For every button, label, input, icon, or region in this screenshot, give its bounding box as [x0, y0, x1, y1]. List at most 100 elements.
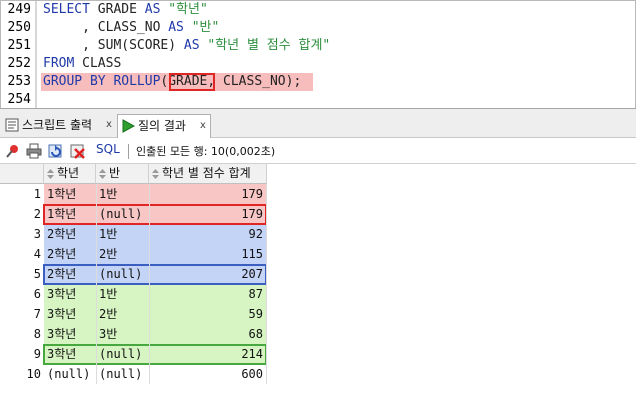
cell-grade[interactable]: 3학년 — [47, 284, 76, 304]
gutter-divider — [35, 91, 37, 108]
cell-sum[interactable]: 179 — [152, 184, 263, 204]
cell-class[interactable]: 3반 — [99, 324, 117, 344]
column-divider — [96, 184, 97, 384]
cell-class[interactable]: (null) — [99, 364, 142, 384]
close-tab-icon[interactable]: x — [200, 115, 206, 137]
cell-sum[interactable]: 59 — [152, 304, 263, 324]
row-number: 6 — [33, 287, 41, 301]
sql-string: "학년 별 점수 합계" — [199, 38, 331, 53]
code-text: SELECT GRADE AS "학년" — [43, 1, 208, 19]
sort-icon — [47, 169, 54, 179]
cell-sum[interactable]: 68 — [152, 324, 263, 344]
cell-class[interactable]: 2반 — [99, 244, 117, 264]
script-output-icon — [5, 118, 19, 132]
gutter-divider — [35, 37, 37, 55]
sql-editor[interactable]: 249 SELECT GRADE AS "학년" 250 , CLASS_NO AS… — [0, 0, 636, 108]
sql-keyword: FROM — [43, 56, 75, 71]
cell-grade[interactable]: 3학년 — [47, 304, 76, 324]
pin-icon[interactable] — [5, 143, 21, 159]
code-text: FROM CLASS — [43, 55, 121, 73]
row-number: 8 — [33, 327, 41, 341]
grade-annotation-box — [169, 73, 215, 91]
tab-query-result[interactable]: 질의 결과 x — [117, 114, 211, 138]
cell-class[interactable]: 2반 — [99, 304, 117, 324]
sql-keyword: SELECT — [43, 2, 90, 17]
column-header-label: 반 — [109, 166, 121, 180]
subtotal-annotation-box — [43, 264, 267, 285]
cell-grade[interactable]: 2학년 — [47, 224, 76, 244]
result-tab-bar: 스크립트 출력 x 질의 결과 x — [0, 108, 636, 138]
refresh-icon[interactable] — [48, 143, 64, 159]
row-number: 7 — [33, 307, 41, 321]
cell-sum[interactable]: 600 — [152, 364, 263, 384]
code-text: , SUM(SCORE) AS "학년 별 점수 합계" — [43, 37, 330, 55]
close-tab-icon[interactable]: x — [106, 114, 112, 136]
line-number: 253 — [7, 74, 31, 89]
code-line[interactable]: 250 , CLASS_NO AS "반" — [1, 19, 635, 37]
results-grid[interactable]: 학년 반 학년 별 점수 합계 1 1학년 1반 179 2 1학년 (null) 179 3 2… — [0, 164, 636, 400]
sql-string: "반" — [183, 20, 220, 35]
sql-keyword: GROUP BY ROLLUP — [43, 74, 161, 89]
cell-class[interactable]: 1반 — [99, 284, 117, 304]
code-line[interactable]: 251 , SUM(SCORE) AS "학년 별 점수 합계" — [1, 37, 635, 55]
delete-icon[interactable] — [70, 143, 86, 159]
column-header-label: 학년 — [57, 166, 80, 180]
fetch-status: 인출된 모든 행: 10(0,002초) — [136, 145, 276, 158]
tab-label: 질의 결과 — [138, 119, 186, 133]
cell-grade[interactable]: 2학년 — [47, 244, 76, 264]
row-number: 5 — [33, 267, 41, 281]
line-number: 249 — [7, 2, 31, 17]
cell-sum[interactable]: 87 — [152, 284, 263, 304]
line-number: 251 — [7, 38, 31, 53]
cell-grade[interactable]: 1학년 — [47, 184, 76, 204]
sql-string: "학년" — [160, 2, 208, 17]
gutter-divider — [35, 1, 37, 19]
toolbar-divider — [128, 144, 129, 159]
result-toolbar: SQL 인출된 모든 행: 10(0,002초) — [0, 138, 636, 164]
sql-text: , CLASS_NO — [43, 20, 169, 35]
row-number: 1 — [33, 187, 41, 201]
cell-grade[interactable]: (null) — [47, 364, 90, 384]
sort-icon — [152, 169, 159, 179]
row-number-header — [0, 164, 44, 184]
column-header-grade[interactable]: 학년 — [44, 164, 96, 184]
sql-text: CLASS — [74, 56, 122, 71]
column-header-class[interactable]: 반 — [96, 164, 149, 184]
tab-label: 스크립트 출력 — [22, 118, 93, 132]
code-line[interactable]: 252 FROM CLASS — [1, 55, 635, 73]
code-text: , CLASS_NO AS "반" — [43, 19, 219, 37]
column-divider — [149, 184, 150, 384]
sql-keyword: AS — [144, 2, 161, 17]
gutter-divider — [35, 55, 37, 73]
gutter-divider — [35, 73, 37, 91]
sql-text: , SUM(SCORE) — [43, 38, 184, 53]
cell-class[interactable]: 1반 — [99, 184, 117, 204]
line-number: 254 — [7, 92, 31, 107]
code-line[interactable]: 253 GROUP BY ROLLUP(GRADE, CLASS_NO); — [1, 73, 635, 91]
subtotal-annotation-box — [43, 204, 267, 225]
cell-sum[interactable]: 92 — [152, 224, 263, 244]
gutter-divider — [35, 19, 37, 37]
tab-script-output[interactable]: 스크립트 출력 x — [2, 114, 116, 138]
print-icon[interactable] — [26, 143, 42, 159]
sql-button[interactable]: SQL — [96, 142, 120, 156]
line-number: 250 — [7, 20, 31, 35]
column-header-sum[interactable]: 학년 별 점수 합계 — [149, 164, 267, 184]
subtotal-annotation-box — [43, 344, 267, 365]
run-icon — [122, 119, 135, 133]
row-number: 4 — [33, 247, 41, 261]
code-line[interactable]: 249 SELECT GRADE AS "학년" — [1, 1, 635, 19]
row-number: 2 — [33, 207, 41, 221]
sql-keyword: AS — [183, 38, 200, 53]
sql-keyword: AS — [168, 20, 184, 35]
row-number: 9 — [33, 347, 41, 361]
sort-icon — [99, 169, 106, 179]
column-header-label: 학년 별 점수 합계 — [162, 166, 251, 180]
cell-class[interactable]: 1반 — [99, 224, 117, 244]
line-number: 252 — [7, 56, 31, 71]
cell-sum[interactable]: 115 — [152, 244, 263, 264]
row-number: 10 — [26, 367, 41, 381]
column-divider — [266, 184, 267, 384]
cell-grade[interactable]: 3학년 — [47, 324, 76, 344]
code-line[interactable]: 254 — [1, 91, 635, 108]
